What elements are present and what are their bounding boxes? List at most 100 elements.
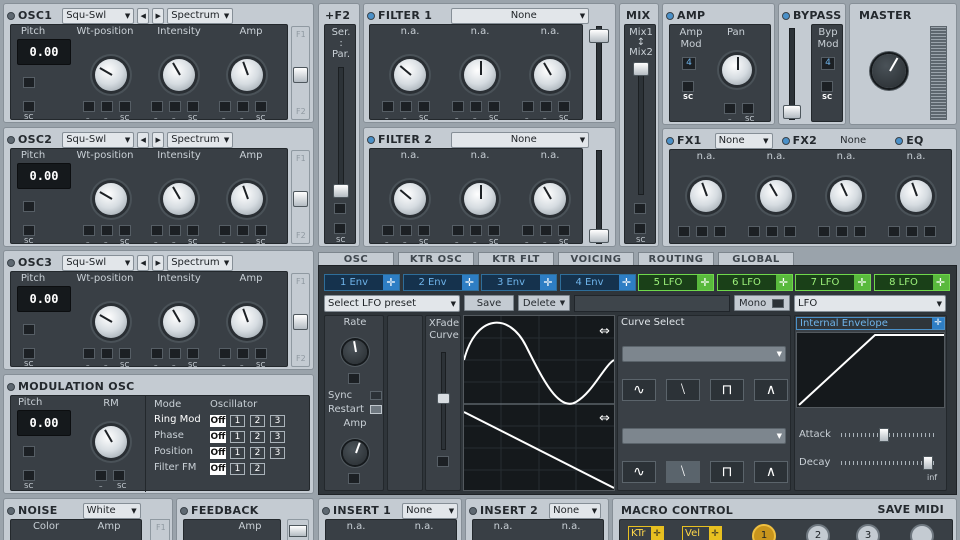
eq-tab[interactable]: EQ	[906, 134, 923, 147]
fx-k4-mod-1[interactable]	[888, 226, 900, 237]
fx-k1-mod-2[interactable]	[696, 226, 708, 237]
filter1-k3-mod-1[interactable]	[522, 101, 534, 112]
osc3-k2-mod-3[interactable]	[119, 348, 131, 359]
osc2-k3-mod-3[interactable]	[187, 225, 199, 236]
osc1-knob-3[interactable]	[163, 59, 195, 91]
fx-k2-mod-1[interactable]	[748, 226, 760, 237]
bypass-mod-val[interactable]: 4	[821, 57, 835, 70]
filter2-knob-1[interactable]	[394, 183, 426, 215]
osc2-k4-mod-1[interactable]	[219, 225, 231, 236]
osc1-next-button[interactable]: ▶	[152, 7, 165, 24]
osc3-knob-4[interactable]	[231, 306, 263, 338]
mix-mod-box[interactable]	[634, 203, 646, 214]
insert1-type-dropdown[interactable]: None ▼	[402, 502, 459, 519]
osc2-wave-dropdown[interactable]: Squ-Swl ▼	[62, 131, 135, 148]
insert2-led[interactable]	[469, 506, 477, 515]
insert2-type-dropdown[interactable]: None ▼	[549, 502, 602, 519]
osc3-k4-mod-1[interactable]	[219, 348, 231, 359]
osc2-mode-dropdown[interactable]: Spectrum ▼	[167, 131, 234, 148]
mix-fader-thumb[interactable]	[633, 62, 649, 76]
macro-knob-2[interactable]: 2	[806, 524, 830, 540]
fx-k2-mod-3[interactable]	[784, 226, 796, 237]
fx1-type-dropdown[interactable]: None ▼	[714, 132, 773, 149]
lfo-xfade-mod[interactable]	[437, 456, 449, 467]
modosc-row-4-opt-1[interactable]: 1	[230, 463, 245, 475]
fx-k4-mod-2[interactable]	[906, 226, 918, 237]
mod-slot-3[interactable]: 3 Env ✛	[481, 274, 557, 291]
osc3-led[interactable]	[7, 258, 15, 267]
tab-global[interactable]: GLOBAL	[718, 252, 794, 266]
filter1-knob-1[interactable]	[394, 59, 426, 91]
fx-k1-mod-1[interactable]	[678, 226, 690, 237]
osc3-k2-mod-2[interactable]	[101, 348, 113, 359]
osc3-k3-mod-3[interactable]	[187, 348, 199, 359]
modosc-rm-mod2[interactable]	[113, 470, 125, 481]
lfo-xfade-thumb[interactable]	[437, 393, 450, 404]
insert1-led[interactable]	[322, 506, 330, 515]
osc1-wave-dropdown[interactable]: Squ-Swl ▼	[62, 7, 135, 24]
osc2-led[interactable]	[7, 135, 15, 144]
osc2-k3-mod-1[interactable]	[151, 225, 163, 236]
osc3-k3-mod-1[interactable]	[151, 348, 163, 359]
mod-slot-6[interactable]: 6 LFO ✛	[716, 274, 793, 291]
filter2-k3-mod-1[interactable]	[522, 225, 534, 236]
filter2-k3-mod-3[interactable]	[558, 225, 570, 236]
filter2-k3-mod-2[interactable]	[540, 225, 552, 236]
osc1-k3-mod-3[interactable]	[187, 101, 199, 112]
lfo-curve-display[interactable]: ⇔ ⇔	[463, 315, 615, 491]
modosc-row-1-opt-1[interactable]: 1	[230, 415, 245, 427]
osc3-knob-3[interactable]	[163, 306, 195, 338]
modosc-row-off-2[interactable]: Off	[210, 431, 226, 443]
fx1-led[interactable]	[666, 136, 674, 145]
modosc-row-off-1[interactable]: Off	[210, 415, 226, 427]
fx2-type-value[interactable]: None	[840, 135, 866, 146]
lfo-type-dropdown[interactable]: LFO ▼	[794, 295, 946, 312]
modosc-row-1-opt-2[interactable]: 2	[250, 415, 265, 427]
move-icon[interactable]: ✛	[461, 275, 478, 290]
osc2-k2-mod-1[interactable]	[83, 225, 95, 236]
filter1-k3-mod-2[interactable]	[540, 101, 552, 112]
osc1-k2-mod-3[interactable]	[119, 101, 131, 112]
mod-slot-1[interactable]: 1 Env ✛	[324, 274, 400, 291]
osc3-next-button[interactable]: ▶	[152, 254, 165, 271]
osc1-k3-mod-1[interactable]	[151, 101, 163, 112]
filter1-k1-mod-3[interactable]	[418, 101, 430, 112]
modosc-sc-box[interactable]	[23, 470, 35, 481]
lfo-mono-toggle[interactable]: Mono	[734, 295, 790, 311]
lfo-save-button[interactable]: Save	[464, 295, 514, 311]
macro-knob-4[interactable]	[910, 524, 934, 540]
filter1-type-dropdown[interactable]: None ▼	[451, 7, 590, 24]
osc3-mode-dropdown[interactable]: Spectrum ▼	[167, 254, 234, 271]
swap-icon[interactable]: ⇔	[599, 411, 610, 426]
modosc-row-3-opt-1[interactable]: 1	[230, 447, 245, 459]
amp-pan-knob[interactable]	[722, 55, 752, 85]
osc3-k2-mod-1[interactable]	[83, 348, 95, 359]
sine-shape-icon[interactable]: ∿	[622, 379, 656, 401]
osc3-pitch-display[interactable]: 0.00	[17, 286, 71, 312]
filter2-k1-mod-1[interactable]	[382, 225, 394, 236]
osc2-next-button[interactable]: ▶	[152, 131, 165, 148]
move-icon[interactable]: ✛	[618, 275, 635, 290]
save-midi-button[interactable]: SAVE MIDI	[877, 503, 944, 516]
attack-slider[interactable]	[841, 428, 935, 442]
osc2-knob-2[interactable]	[95, 183, 127, 215]
feedback-fader-thumb[interactable]	[289, 525, 307, 537]
move-icon[interactable]: ✛	[697, 275, 713, 290]
osc1-k4-mod-2[interactable]	[237, 101, 249, 112]
amp-sc-box[interactable]	[682, 81, 694, 92]
fx-knob-1[interactable]	[690, 180, 722, 212]
osc2-k4-mod-3[interactable]	[255, 225, 267, 236]
envelope-display[interactable]	[796, 332, 945, 408]
osc1-mode-dropdown[interactable]: Spectrum ▼	[167, 7, 234, 24]
move-icon[interactable]: ✛	[854, 275, 870, 290]
macro-vel-slot[interactable]: Vel ✛	[682, 526, 722, 540]
fx-k3-mod-3[interactable]	[854, 226, 866, 237]
osc3-k3-mod-2[interactable]	[169, 348, 181, 359]
modosc-rm-mod1[interactable]	[95, 470, 107, 481]
modosc-row-3-opt-2[interactable]: 2	[250, 447, 265, 459]
osc1-knob-2[interactable]	[95, 59, 127, 91]
modosc-row-2-opt-3[interactable]: 3	[270, 431, 285, 443]
mod-slot-4[interactable]: 4 Env ✛	[559, 274, 636, 291]
filter1-k2-mod-1[interactable]	[452, 101, 464, 112]
fx-k2-mod-2[interactable]	[766, 226, 778, 237]
